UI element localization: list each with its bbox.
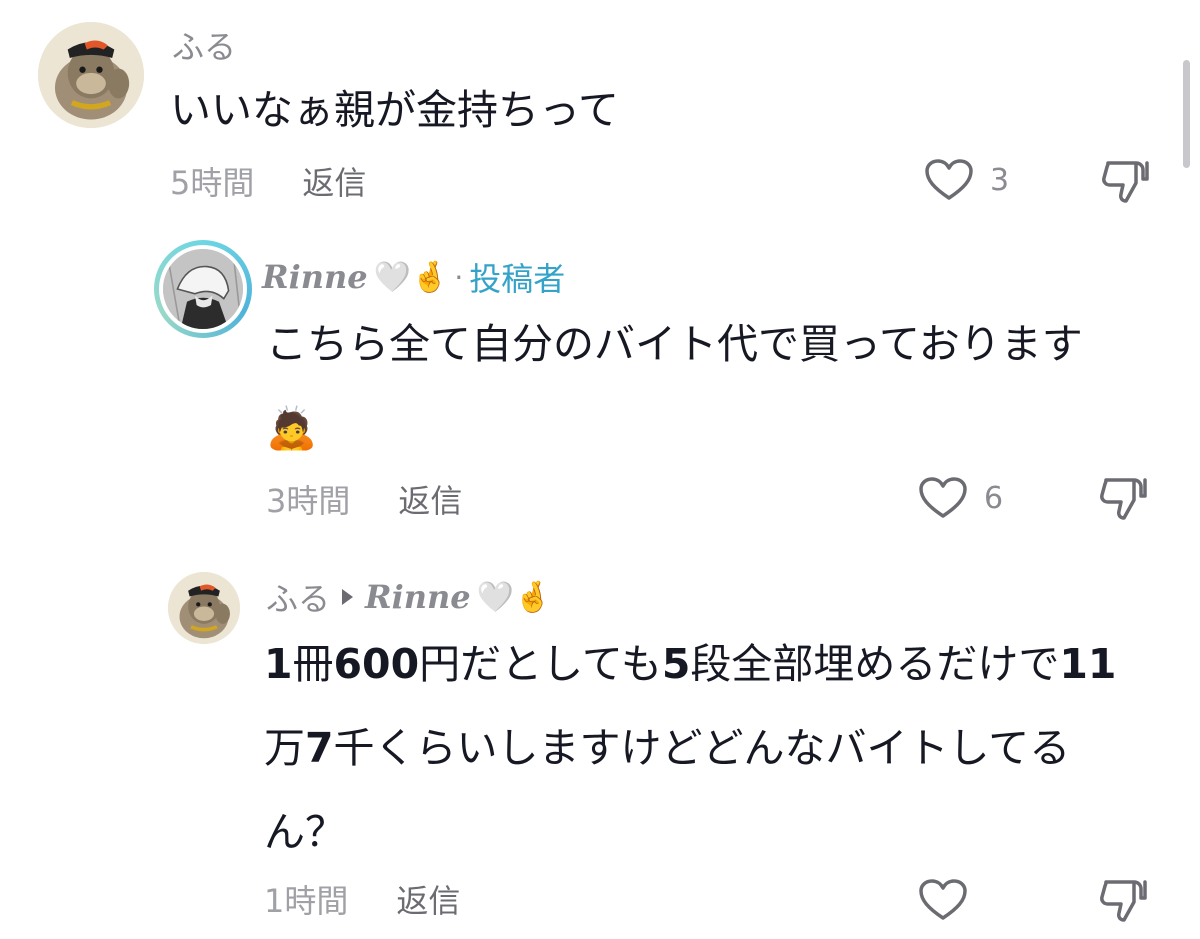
avatar-anime-photo-icon	[163, 249, 243, 329]
comment-text: 1冊600円だとしても5段全部埋めるだけで11 万7千くらいしますけどどんなバイ…	[264, 640, 1117, 856]
avatar[interactable]	[154, 240, 252, 338]
reply-arrow-icon	[342, 589, 354, 605]
comment-text: こちら全て自分のバイト代で買っております 🙇	[266, 320, 1083, 452]
avatar[interactable]	[168, 572, 240, 644]
avatar-gorilla-icon	[168, 572, 240, 644]
reply-to-username[interactable]: Rinne	[365, 578, 471, 616]
comment-text: いいなぁ親が金持ちって	[170, 86, 619, 134]
dislike-button[interactable]	[1098, 474, 1150, 524]
dislike-icon	[1102, 161, 1149, 203]
like-button[interactable]: 3	[924, 158, 1009, 202]
heart-outline-icon	[925, 159, 973, 200]
comment-meta: 5時間 返信	[170, 158, 366, 204]
scrollbar[interactable]	[1183, 60, 1190, 168]
comment-time: 1時間	[264, 882, 349, 920]
dislike-button[interactable]	[1100, 157, 1152, 207]
comment-meta: 3時間 返信	[266, 476, 462, 522]
heart-outline-icon	[919, 879, 967, 920]
comment-username[interactable]: ふる	[172, 22, 236, 68]
reply-button[interactable]: 返信	[302, 158, 366, 204]
reply-button[interactable]: 返信	[398, 476, 462, 522]
author-badge: 投稿者	[469, 260, 566, 298]
reply-button[interactable]: 返信	[396, 876, 460, 922]
comment-time: 5時間	[170, 164, 255, 202]
heart-outline-icon	[919, 477, 967, 518]
like-count: 3	[990, 162, 1010, 198]
dislike-icon	[1100, 880, 1147, 922]
like-button[interactable]: 6	[918, 476, 1003, 520]
comment-time: 3時間	[266, 482, 351, 520]
avatar-gorilla-icon	[38, 22, 144, 128]
dislike-button[interactable]	[1098, 876, 1150, 926]
comment-username[interactable]: Rinne 🤍🤞 · 投稿者	[262, 254, 565, 300]
dislike-icon	[1100, 478, 1147, 520]
comment-username[interactable]: ふる Rinne 🤍🤞	[266, 574, 551, 620]
avatar[interactable]	[38, 22, 144, 128]
comment-meta: 1時間 返信	[264, 876, 460, 922]
like-count: 6	[984, 480, 1004, 516]
like-button[interactable]	[918, 878, 984, 922]
